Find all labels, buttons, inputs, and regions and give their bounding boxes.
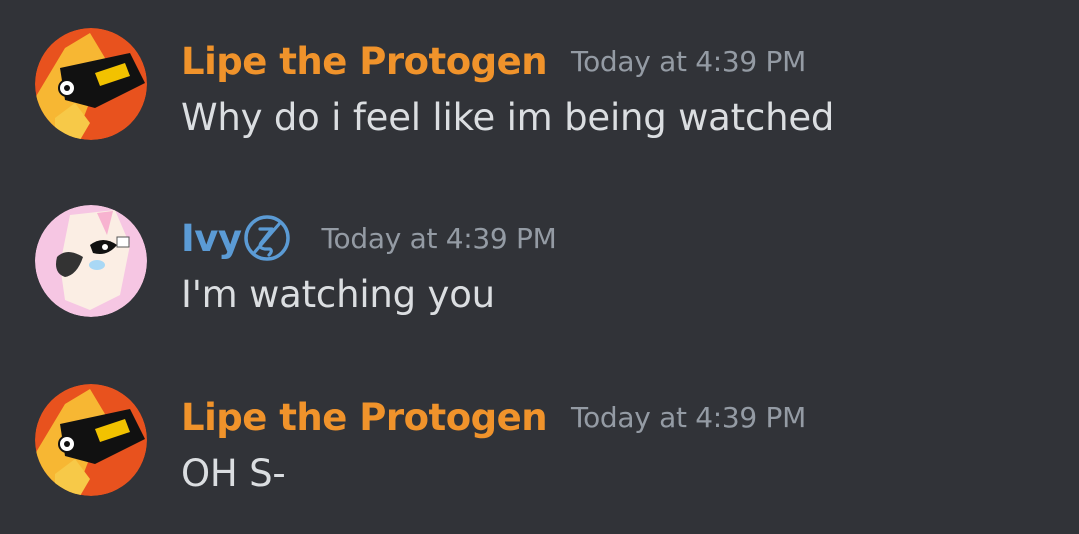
message-text: OH S- [181, 452, 286, 495]
message-text: I'm watching you [181, 273, 495, 316]
timestamp: Today at 4:39 PM [571, 44, 806, 78]
zeta-badge-icon[interactable] [242, 213, 292, 263]
message-item: Lipe the Protogen Today at 4:39 PM Why d… [0, 28, 1079, 158]
message-header: Lipe the Protogen Today at 4:39 PM [181, 394, 806, 440]
protogen-avatar-icon[interactable] [35, 28, 147, 140]
username[interactable]: Lipe the Protogen [181, 40, 548, 83]
timestamp: Today at 4:39 PM [321, 221, 557, 255]
username[interactable]: Lipe the Protogen [181, 396, 548, 439]
message-header: Ivy Today at 4:39 PM [181, 213, 557, 263]
timestamp: Today at 4:39 PM [571, 400, 806, 434]
message-header: Lipe the Protogen Today at 4:39 PM [181, 38, 806, 84]
fox-avatar-icon[interactable] [35, 205, 147, 317]
message-item: Lipe the Protogen Today at 4:39 PM OH S- [0, 384, 1079, 514]
username[interactable]: Ivy [181, 217, 242, 260]
message-item: Ivy Today at 4:39 PM I'm watching you [0, 205, 1079, 335]
protogen-avatar-icon[interactable] [35, 384, 147, 496]
message-text: Why do i feel like im being watched [181, 96, 835, 139]
chat-log: Lipe the Protogen Today at 4:39 PM Why d… [0, 0, 1079, 534]
